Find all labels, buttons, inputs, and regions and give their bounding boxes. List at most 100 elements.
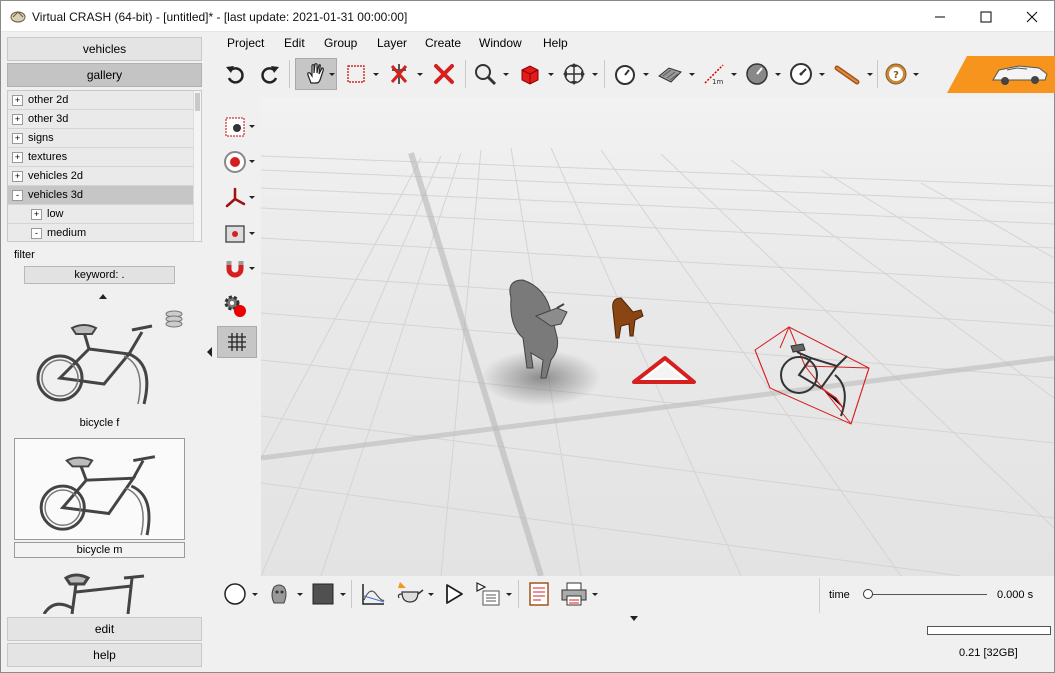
collapse-toggle[interactable]: - (12, 190, 23, 201)
expand-toggle[interactable]: + (31, 209, 42, 220)
tree-item-signs[interactable]: + signs (8, 129, 194, 148)
warning-triangle-model[interactable] (632, 356, 696, 384)
chevron-down-icon[interactable] (249, 196, 255, 199)
delete-button[interactable] (431, 61, 457, 87)
zoom-button[interactable] (472, 61, 498, 87)
tree-item-other-2d[interactable]: + other 2d (8, 91, 194, 110)
chevron-down-icon[interactable] (503, 73, 509, 76)
redo-button[interactable] (258, 62, 282, 86)
surface-button[interactable] (656, 61, 684, 87)
chevron-down-icon[interactable] (867, 73, 873, 76)
object-view-button[interactable] (517, 61, 543, 87)
dog-model[interactable] (612, 297, 644, 339)
keyword-field[interactable]: keyword: . (24, 266, 175, 284)
expand-toggle[interactable]: + (12, 133, 23, 144)
graph-button[interactable] (359, 581, 387, 607)
chevron-down-icon[interactable] (249, 232, 255, 235)
menu-edit[interactable]: Edit (284, 36, 305, 50)
delete-point-button[interactable] (387, 61, 411, 87)
expand-toolbar-arrow-icon[interactable] (630, 616, 638, 621)
color-swatch-button[interactable] (310, 581, 336, 607)
report-button[interactable] (526, 580, 552, 608)
chevron-down-icon[interactable] (506, 593, 512, 596)
script-button[interactable] (474, 580, 502, 608)
move-view-button[interactable] (561, 61, 587, 87)
collapse-panel-arrow-icon[interactable] (207, 347, 212, 357)
tree-scrollbar[interactable] (193, 91, 201, 241)
gallery-item-caption: bicycle m (14, 542, 185, 558)
scrollbar-thumb[interactable] (195, 93, 200, 111)
expand-toggle[interactable]: + (12, 114, 23, 125)
menu-create[interactable]: Create (425, 36, 461, 50)
tree-item-low[interactable]: + low (8, 205, 194, 224)
3d-viewport[interactable] (261, 98, 1054, 576)
print-button[interactable] (559, 580, 589, 608)
chevron-down-icon[interactable] (249, 125, 255, 128)
tab-vehicles[interactable]: vehicles (7, 37, 202, 61)
bicycle-model-selected[interactable] (754, 326, 870, 425)
record-point-button[interactable] (221, 114, 249, 140)
chevron-down-icon[interactable] (819, 73, 825, 76)
tab-edit[interactable]: edit (7, 617, 202, 641)
menu-window[interactable]: Window (479, 36, 522, 50)
chevron-down-icon[interactable] (297, 593, 303, 596)
stopwatch-button[interactable] (612, 61, 638, 87)
menu-help[interactable]: Help (543, 36, 568, 50)
expand-toggle[interactable]: + (12, 152, 23, 163)
target-button[interactable] (221, 149, 249, 175)
axes-button[interactable] (221, 185, 249, 211)
menu-group[interactable]: Group (324, 36, 357, 50)
tree-item-medium[interactable]: - medium (8, 224, 194, 241)
time-slider[interactable] (863, 589, 987, 601)
settings-record-button[interactable] (221, 292, 249, 320)
teapot-button[interactable] (395, 579, 425, 607)
circle-tool-button[interactable] (222, 581, 248, 607)
magnet-button[interactable] (221, 256, 249, 282)
select-rect-button[interactable] (344, 62, 368, 86)
chevron-down-icon[interactable] (731, 73, 737, 76)
camera-button[interactable] (221, 221, 249, 247)
help-icon: ? (885, 63, 907, 85)
help-button[interactable]: ? (883, 61, 909, 87)
app-window: Virtual CRASH (64-bit) - [untitled]* - [… (0, 0, 1055, 673)
chevron-down-icon[interactable] (249, 160, 255, 163)
chevron-down-icon[interactable] (329, 73, 335, 76)
grid-button[interactable] (217, 326, 257, 358)
chevron-down-icon[interactable] (643, 73, 649, 76)
chevron-down-icon[interactable] (340, 593, 346, 596)
chevron-down-icon[interactable] (249, 267, 255, 270)
close-button[interactable] (1009, 1, 1055, 32)
expand-toggle[interactable]: + (12, 95, 23, 106)
collapse-toggle[interactable]: - (31, 228, 42, 239)
chevron-down-icon[interactable] (548, 73, 554, 76)
chevron-down-icon[interactable] (913, 73, 919, 76)
sign-post-button[interactable] (832, 61, 862, 87)
minimize-button[interactable] (917, 1, 963, 32)
chevron-down-icon[interactable] (775, 73, 781, 76)
gauge-button[interactable] (744, 61, 770, 87)
play-button[interactable] (441, 581, 467, 607)
tree-item-textures[interactable]: + textures (8, 148, 194, 167)
chevron-down-icon[interactable] (592, 593, 598, 596)
tree-item-vehicles-3d[interactable]: - vehicles 3d (8, 186, 194, 205)
maximize-button[interactable] (963, 1, 1009, 32)
chevron-down-icon[interactable] (428, 593, 434, 596)
time-slider-thumb[interactable] (863, 589, 873, 599)
tab-help[interactable]: help (7, 643, 202, 667)
scroll-up-arrow-icon[interactable] (99, 294, 107, 299)
expand-toggle[interactable]: + (12, 171, 23, 182)
tree-item-other-3d[interactable]: + other 3d (8, 110, 194, 129)
chevron-down-icon[interactable] (689, 73, 695, 76)
tab-gallery[interactable]: gallery (7, 63, 202, 87)
measure-button[interactable]: 1m (701, 61, 727, 87)
chevron-down-icon[interactable] (592, 73, 598, 76)
chevron-down-icon[interactable] (373, 73, 379, 76)
head-tool-button[interactable] (265, 580, 293, 608)
tree-item-vehicles-2d[interactable]: + vehicles 2d (8, 167, 194, 186)
undo-button[interactable] (223, 62, 247, 86)
menu-layer[interactable]: Layer (377, 36, 407, 50)
chevron-down-icon[interactable] (252, 593, 258, 596)
menu-project[interactable]: Project (227, 36, 264, 50)
speedometer-button[interactable] (788, 61, 814, 87)
chevron-down-icon[interactable] (417, 73, 423, 76)
